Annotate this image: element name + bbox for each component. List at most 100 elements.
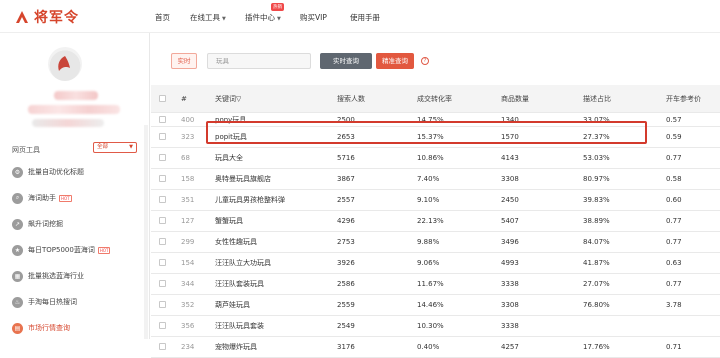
- cell-keyword: 奥特曼玩具旗舰店: [215, 175, 271, 183]
- table-row[interactable]: 127 蟹蟹玩具 4296 22.13% 5407 38.89% 0.77: [151, 211, 720, 232]
- table-row[interactable]: 68 玩具大全 5716 10.86% 4143 53.03% 0.77: [151, 148, 720, 169]
- cell-ratio: 84.07%: [583, 238, 610, 246]
- table-row[interactable]: 154 汪汪队立大功玩具 3926 9.06% 4993 41.87% 0.63: [151, 253, 720, 274]
- cell-ratio: 76.80%: [583, 301, 610, 309]
- search-input[interactable]: 玩具: [207, 53, 311, 69]
- cell-index: 299: [181, 238, 195, 246]
- cell-goods: 4143: [501, 154, 519, 162]
- cell-price: 0.77: [666, 238, 682, 246]
- cell-ratio: 38.89%: [583, 217, 610, 225]
- cell-index: 323: [181, 133, 195, 141]
- nav-online-tools[interactable]: 在线工具 ▼: [190, 12, 226, 23]
- column-header-search[interactable]: 搜索人数: [337, 85, 365, 112]
- table-row[interactable]: 323 popit玩具 2653 15.37% 1570 27.37% 0.59: [151, 127, 720, 148]
- table-row[interactable]: 158 奥特曼玩具旗舰店 3867 7.40% 3308 80.97% 0.58: [151, 169, 720, 190]
- cell-conversion: 9.06%: [417, 259, 440, 267]
- cell-index: 351: [181, 196, 195, 204]
- sidebar-item-blue-ocean[interactable]: ▦ 批量挑选蓝海行业: [12, 269, 84, 283]
- query-toolbar: 实时 玩具 实时查询 精准查询 ?: [151, 33, 720, 85]
- row-checkbox[interactable]: [159, 217, 166, 224]
- chevron-down-icon: ▼: [277, 16, 281, 22]
- cell-search: 2653: [337, 133, 355, 141]
- table-row[interactable]: 299 女性性趣玩具 2753 9.88% 3496 84.07% 0.77: [151, 232, 720, 253]
- sidebar-item-top5000[interactable]: ★ 每日TOP5000蓝海词 HOT: [12, 243, 111, 257]
- cell-search: 2559: [337, 301, 355, 309]
- table-row[interactable]: 356 汪汪队玩具套装 2549 10.30% 3338: [151, 316, 720, 337]
- table-row[interactable]: 351 儿童玩具男孩枪整料弹 2557 9.10% 2450 39.83% 0.60: [151, 190, 720, 211]
- cell-index: 127: [181, 217, 195, 225]
- cell-price: 3.78: [666, 301, 682, 309]
- cell-search: 4296: [337, 217, 355, 225]
- tools-filter-select[interactable]: 全部 ▼: [93, 142, 137, 153]
- row-checkbox[interactable]: [159, 196, 166, 203]
- sidebar-item-daily-hot[interactable]: ♨ 手淘每日热搜词: [12, 295, 77, 309]
- hot-tag: HOT: [59, 194, 72, 202]
- nav-manual[interactable]: 使用手册: [350, 12, 380, 23]
- sidebar-item-keyword-helper[interactable]: ⌕ 海词助手 HOT: [12, 191, 72, 205]
- cell-keyword: 汪汪队立大功玩具: [215, 259, 271, 267]
- nav-plugin-center[interactable]: 插件中心 ▼: [245, 12, 281, 23]
- cell-conversion: 22.13%: [417, 217, 444, 225]
- column-header-keyword[interactable]: 关键词▽: [215, 85, 241, 112]
- cell-index: 356: [181, 322, 195, 330]
- row-checkbox[interactable]: [159, 301, 166, 308]
- table-row[interactable]: 352 葫芦娃玩具 2559 14.46% 3308 76.80% 3.78: [151, 295, 720, 316]
- help-icon[interactable]: ?: [421, 57, 429, 65]
- cell-ratio: 27.07%: [583, 280, 610, 288]
- sidebar-item-market[interactable]: ▤ 市场行情查询: [12, 321, 70, 335]
- cell-conversion: 10.86%: [417, 154, 444, 162]
- table-row[interactable]: 344 汪汪队套装玩具 2586 11.67% 3338 27.07% 0.77: [151, 274, 720, 295]
- row-checkbox[interactable]: [159, 259, 166, 266]
- cell-keyword: 玩具大全: [215, 154, 243, 162]
- fire-icon: ♨: [12, 296, 23, 308]
- logo-icon: [16, 11, 28, 23]
- row-checkbox[interactable]: [159, 238, 166, 245]
- table-row[interactable]: 400 pony玩具 2500 14.75% 1340 33.07% 0.57: [151, 113, 720, 127]
- sidebar-item-rising-words[interactable]: ↗ 飙升词挖掘: [12, 217, 63, 231]
- blurred-username: [54, 91, 98, 100]
- column-header-ratio[interactable]: 描述占比: [583, 85, 611, 112]
- sidebar-scrollbar[interactable]: [144, 125, 148, 339]
- row-checkbox[interactable]: [159, 343, 166, 350]
- cell-conversion: 0.40%: [417, 343, 440, 351]
- table-row[interactable]: 234 宠物爆炸玩具 3176 0.40% 4257 17.76% 0.71: [151, 337, 720, 358]
- tab-realtime[interactable]: 实时: [171, 53, 197, 69]
- cell-keyword: 蟹蟹玩具: [215, 217, 243, 225]
- row-checkbox[interactable]: [159, 322, 166, 329]
- column-header-goods[interactable]: 商品数量: [501, 85, 529, 112]
- avatar[interactable]: [48, 47, 82, 81]
- cell-search: 2753: [337, 238, 355, 246]
- logo[interactable]: 将军令: [14, 8, 79, 26]
- column-header-price[interactable]: 开车参考价: [666, 85, 701, 112]
- cell-index: 344: [181, 280, 195, 288]
- cell-search: 3926: [337, 259, 355, 267]
- sidebar-item-batch-optimize[interactable]: ⚙ 批量自动优化标题: [12, 165, 84, 179]
- search-icon: ⌕: [12, 192, 23, 204]
- cell-conversion: 9.10%: [417, 196, 440, 204]
- cell-goods: 1570: [501, 133, 519, 141]
- cell-keyword: 汪汪队套装玩具: [215, 280, 264, 288]
- cell-goods: 2450: [501, 196, 519, 204]
- nav-home[interactable]: 首页: [155, 12, 170, 23]
- row-checkbox[interactable]: [159, 133, 166, 140]
- row-checkbox[interactable]: [159, 115, 166, 123]
- cell-conversion: 9.88%: [417, 238, 440, 246]
- cell-price: 0.57: [666, 115, 682, 124]
- cell-ratio: 41.87%: [583, 259, 610, 267]
- select-all-checkbox[interactable]: [159, 94, 166, 102]
- chevron-down-icon: ▼: [129, 144, 133, 150]
- precise-query-button[interactable]: 精准查询: [376, 53, 414, 69]
- realtime-query-button[interactable]: 实时查询: [320, 53, 372, 69]
- cell-goods: 4993: [501, 259, 519, 267]
- row-checkbox[interactable]: [159, 154, 166, 161]
- cell-search: 5716: [337, 154, 355, 162]
- cell-index: 68: [181, 154, 190, 162]
- column-header-conversion[interactable]: 成交转化率: [417, 85, 452, 112]
- cell-goods: 1340: [501, 115, 519, 124]
- nav-buy-vip[interactable]: 购买VIP: [300, 12, 327, 23]
- blurred-account-info: [28, 105, 120, 114]
- row-checkbox[interactable]: [159, 280, 166, 287]
- cell-search: 3867: [337, 175, 355, 183]
- cell-ratio: 80.97%: [583, 175, 610, 183]
- row-checkbox[interactable]: [159, 175, 166, 182]
